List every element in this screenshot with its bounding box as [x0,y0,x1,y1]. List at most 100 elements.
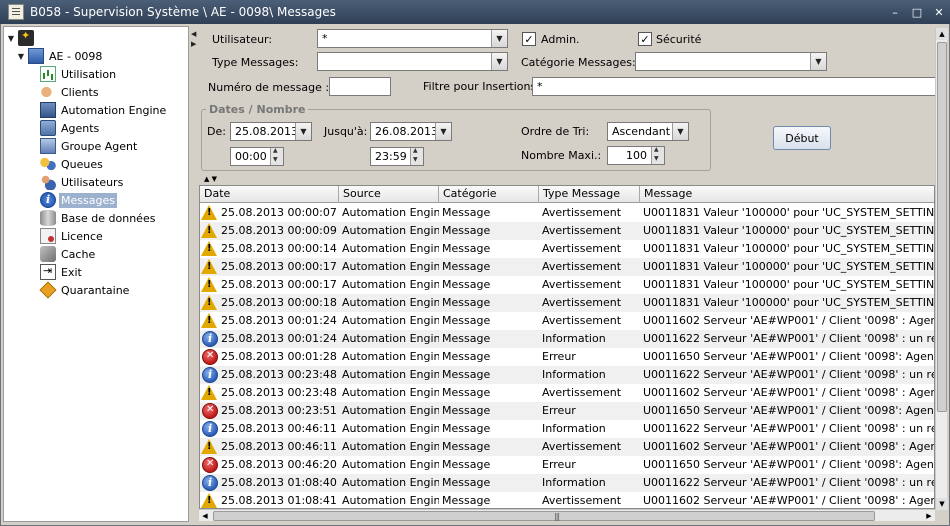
cell-date: 25.08.2013 00:00:17 [221,260,337,273]
cell-category: Message [442,458,491,471]
tree-item[interactable]: Utilisateurs [40,173,125,191]
maximize-button[interactable]: □ [906,0,928,24]
expand-toggle-icon[interactable]: ▼ [6,33,16,43]
message-type-combo[interactable]: ▼ [317,52,508,71]
table-row[interactable]: 25.08.2013 00:23:48 Automation EngineMess… [200,366,934,384]
cell-source: Automation Engine [342,350,439,363]
table-row[interactable]: 25.08.2013 00:01:24 Automation EngineMess… [200,330,934,348]
spinner-arrows-icon[interactable] [270,148,283,165]
tree-client[interactable]: ▼ AE - 0098 [16,47,104,65]
cell-date: 25.08.2013 00:00:07 [221,206,337,219]
admin-label: Admin. [541,33,580,46]
chevron-down-icon[interactable]: ▼ [810,53,826,70]
cell-type: Avertissement [542,314,622,327]
sort-arrows-icon[interactable]: ▲ ▼ [204,175,217,183]
table-row[interactable]: 25.08.2013 00:46:20 Automation EngineMess… [200,456,934,474]
user-combo[interactable]: * ▼ [317,29,508,48]
tree-item[interactable]: Exit [40,263,84,281]
tree-item-label: Automation Engine [61,103,167,117]
tree-item[interactable]: Base de données [40,209,157,227]
table-row[interactable]: 25.08.2013 00:00:14 Automation EngineMess… [200,240,935,258]
collapse-right-icon[interactable]: ▶ [191,40,196,48]
scroll-thumb[interactable] [937,42,947,412]
admin-checkbox[interactable]: ✓ [522,32,536,46]
tree-item[interactable]: Automation Engine [40,101,168,119]
message-number-input[interactable] [329,77,391,96]
cell-date: 25.08.2013 00:23:48 [221,368,337,381]
cell-type: Avertissement [542,494,622,507]
info-icon [40,192,56,208]
from-time-spinner[interactable]: 00:00 [230,147,284,166]
table-row[interactable]: 25.08.2013 00:00:17 Automation EngineMess… [200,258,934,276]
scroll-down-icon[interactable]: ▼ [936,498,948,510]
table-row[interactable]: 25.08.2013 01:08:40 Automation EngineMess… [200,474,934,492]
tree-root[interactable]: ▼ [6,29,37,47]
calendar-dropdown-icon[interactable]: ▼ [435,123,451,140]
table-row[interactable]: 25.08.2013 01:08:41 Automation EngineMess… [200,492,934,508]
vertical-scrollbar[interactable]: ▲ ▼ [935,28,948,510]
table-row[interactable]: 25.08.2013 00:01:28 Automation EngineMess… [200,348,934,366]
horizontal-scrollbar[interactable]: ◀ ||| ▶ [199,509,935,521]
column-header-source[interactable]: Source [339,186,439,203]
from-date-combo[interactable]: 25.08.2013 ▼ [230,122,312,141]
chevron-down-icon[interactable]: ▼ [491,30,507,47]
tree-item[interactable]: Quarantaine [39,281,131,299]
tree-item[interactable]: Cache [40,245,97,263]
column-header-message[interactable]: Message [640,186,934,203]
spinner-arrows-icon[interactable] [651,147,664,164]
column-header-category[interactable]: Catégorie [439,186,539,203]
scroll-left-icon[interactable]: ◀ [199,510,211,522]
insert-filter-input[interactable]: * [532,77,938,96]
scroll-thumb[interactable]: ||| [213,511,875,521]
table-row[interactable]: 25.08.2013 00:00:09 Automation EngineMess… [200,222,934,240]
collapse-left-icon[interactable]: ◀ [191,30,196,38]
cell-message: U0011831 Valeur '100000' pour 'UC_SYSTEM… [643,242,935,255]
exit-icon [40,264,56,280]
security-checkbox[interactable]: ✓ [638,32,652,46]
sort-order-combo[interactable]: Ascendant ▼ [607,122,689,141]
start-button[interactable]: Début [773,126,831,150]
scroll-up-icon[interactable]: ▲ [936,28,948,40]
minimize-button[interactable]: – [884,0,906,24]
table-row[interactable]: 25.08.2013 00:23:51 Automation EngineMess… [200,402,934,420]
column-header-type[interactable]: Type Message [539,186,640,203]
table-row[interactable]: 25.08.2013 00:46:11 Automation EngineMess… [200,438,934,456]
tree-item[interactable]: Agents [40,119,101,137]
to-time-spinner[interactable]: 23:59 [370,147,424,166]
tree-item[interactable]: Licence [40,227,105,245]
scroll-right-icon[interactable]: ▶ [923,510,935,522]
expand-toggle-icon[interactable]: ▼ [16,51,26,61]
column-header-date[interactable]: Date [200,186,339,203]
tree-item[interactable]: Messages [40,191,117,209]
table-row[interactable]: 25.08.2013 00:00:17 Automation EngineMess… [200,276,934,294]
table-header: Date Source Catégorie Type Message Messa… [200,186,934,203]
spinner-arrows-icon[interactable] [410,148,423,165]
max-count-spinner[interactable]: 100 [607,146,665,165]
tree-item[interactable]: Queues [40,155,105,173]
chevron-down-icon[interactable]: ▼ [672,123,688,140]
chart-icon [40,66,56,82]
table-row[interactable]: 25.08.2013 00:00:07 Automation EngineMess… [200,204,934,222]
security-label: Sécurité [656,33,702,46]
close-button[interactable]: ✕ [928,0,950,24]
tree-item[interactable]: Groupe Agent [40,137,139,155]
tree-item[interactable]: Clients [40,83,101,101]
to-date-combo[interactable]: 26.08.2013 ▼ [370,122,452,141]
main-frame: ▼ ▼ AE - 0098 Utilisation Clients Automati… [0,24,950,526]
cell-category: Message [442,314,491,327]
table-row[interactable]: 25.08.2013 00:23:48 Automation EngineMess… [200,384,934,402]
chevron-down-icon[interactable]: ▼ [491,53,507,70]
table-row[interactable]: 25.08.2013 00:01:24 Automation EngineMess… [200,312,934,330]
calendar-dropdown-icon[interactable]: ▼ [295,123,311,140]
tree-item[interactable]: Utilisation [40,65,118,83]
cell-category: Message [442,224,491,237]
message-category-combo[interactable]: ▼ [635,52,827,71]
cell-source: Automation Engine [342,260,439,273]
table-row[interactable]: 25.08.2013 00:46:11 Automation EngineMess… [200,420,934,438]
cell-type: Avertissement [542,242,622,255]
cell-type: Information [542,332,606,345]
splitter[interactable]: ◀ ▶ [190,26,197,522]
table-row[interactable]: 25.08.2013 00:00:18 Automation EngineMess… [200,294,934,312]
cell-source: Automation Engine [342,368,439,381]
cell-date: 25.08.2013 00:01:24 [221,332,337,345]
